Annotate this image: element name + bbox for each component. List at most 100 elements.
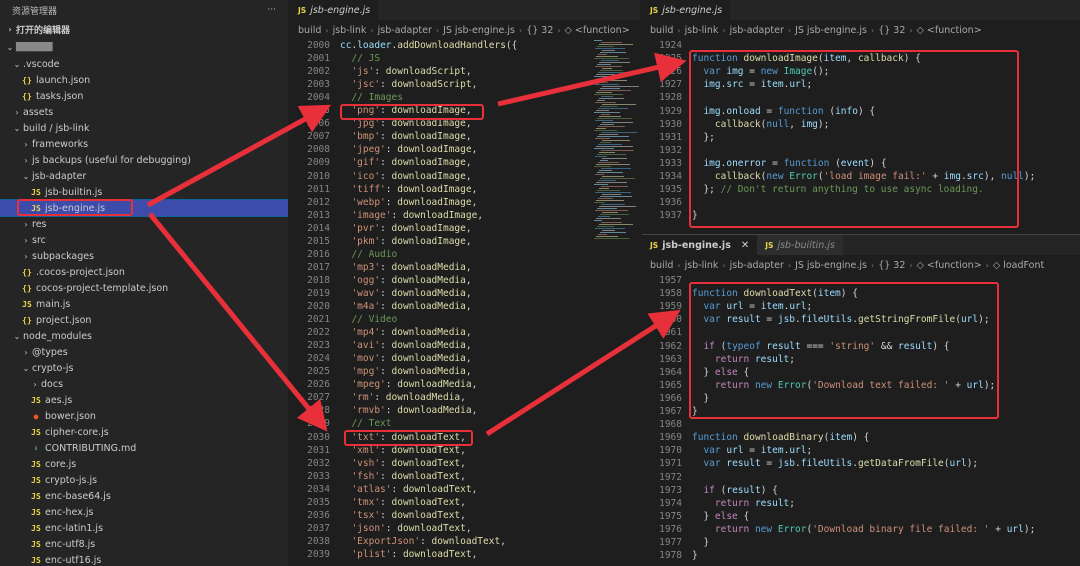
code-line[interactable]: 'tmx': downloadText, [340, 497, 465, 508]
code-line[interactable]: // Images [340, 92, 402, 103]
code-line[interactable]: 'bmp': downloadImage, [340, 131, 471, 142]
code-line[interactable]: return result; [692, 498, 795, 509]
tree-item[interactable]: {} cocos-project-template.json [0, 280, 288, 296]
code-line[interactable]: 'tiff': downloadImage, [340, 184, 477, 195]
breadcrumb-item[interactable]: ◇ <function> [917, 260, 982, 271]
breadcrumb-item[interactable]: JS jsb-engine.js [795, 260, 867, 271]
tree-item[interactable]: JS enc-hex.js [0, 504, 288, 520]
code-line[interactable]: 'mp3': downloadMedia, [340, 262, 471, 273]
code-line[interactable]: 'mpeg': downloadMedia, [340, 379, 477, 390]
breadcrumb-item[interactable]: ◇ <function> [917, 25, 982, 36]
tab-jsb-engine[interactable]: JS jsb-engine.js [642, 0, 731, 20]
code-line[interactable]: 'gif': downloadImage, [340, 157, 471, 168]
tab-jsb-engine[interactable]: JS jsb-engine.js [290, 0, 379, 20]
code-line[interactable]: 'atlas': downloadText, [340, 484, 477, 495]
code-line[interactable]: 'mp4': downloadMedia, [340, 327, 471, 338]
tree-item[interactable]: › js backups (useful for debugging) [0, 152, 288, 168]
tab-jsb-builtin[interactable]: JS jsb-builtin.js [757, 235, 843, 255]
code-line[interactable]: 'image': downloadImage, [340, 210, 483, 221]
tree-item[interactable]: JS core.js [0, 456, 288, 472]
code-line[interactable]: if (result) { [692, 485, 777, 496]
tree-item[interactable]: › subpackages [0, 248, 288, 264]
code-line[interactable]: 'fsh': downloadText, [340, 471, 465, 482]
breadcrumb-item[interactable]: {} 32 [878, 260, 905, 271]
breadcrumb-item[interactable]: jsb-adapter [730, 25, 784, 36]
code-line[interactable]: 'tsx': downloadText, [340, 510, 465, 521]
breadcrumb-item[interactable]: {} 32 [526, 25, 553, 36]
tree-item[interactable]: ⌄ .vscode [0, 56, 288, 72]
code-line[interactable]: 'wav': downloadMedia, [340, 288, 471, 299]
tree-item[interactable]: JS enc-utf16.js [0, 552, 288, 566]
tree-item[interactable]: JS enc-utf8.js [0, 536, 288, 552]
code-line[interactable]: 'ExportJson': downloadText, [340, 536, 505, 547]
tree-item[interactable]: {} tasks.json [0, 88, 288, 104]
code-line[interactable]: 'm4a': downloadMedia, [340, 301, 471, 312]
breadcrumb-item[interactable]: jsb-link [685, 260, 719, 271]
minimap[interactable] [594, 40, 639, 240]
tree-item[interactable]: ⌄ crypto-js [0, 360, 288, 376]
code-line[interactable]: 'pvr': downloadImage, [340, 223, 471, 234]
tree-item[interactable]: JS cipher-core.js [0, 424, 288, 440]
code-line[interactable]: 'json': downloadText, [340, 523, 471, 534]
tree-item[interactable]: ⌄ node_modules [0, 328, 288, 344]
tree-item[interactable]: {} launch.json [0, 72, 288, 88]
code-line[interactable]: cc.loader.addDownloadHandlers({ [340, 40, 517, 51]
code-line[interactable]: 'ico': downloadImage, [340, 171, 471, 182]
breadcrumb-item[interactable]: ◇ loadFont [993, 260, 1044, 271]
code-line[interactable]: // Video [340, 314, 397, 325]
tree-item[interactable]: {} .cocos-project.json [0, 264, 288, 280]
code-line[interactable]: 'mpg': downloadMedia, [340, 366, 471, 377]
tree-item[interactable]: ● bower.json [0, 408, 288, 424]
code-line[interactable]: 'mov': downloadMedia, [340, 353, 471, 364]
code-line[interactable]: } [692, 537, 709, 548]
tree-item[interactable]: › frameworks [0, 136, 288, 152]
tree-item[interactable]: › assets [0, 104, 288, 120]
code-line[interactable]: 'rm': downloadMedia, [340, 392, 465, 403]
breadcrumb-item[interactable]: jsb-adapter [378, 25, 432, 36]
code-line[interactable]: // Text [340, 418, 391, 429]
tree-item[interactable]: JS crypto-js.js [0, 472, 288, 488]
tree-item[interactable]: JS enc-base64.js [0, 488, 288, 504]
tree-item[interactable]: ⌄ jsb-adapter [0, 168, 288, 184]
code-line[interactable]: var url = item.url; [692, 445, 812, 456]
code-line[interactable]: var result = jsb.fileUtils.getDataFromFi… [692, 458, 978, 469]
tree-item[interactable]: JS main.js [0, 296, 288, 312]
tree-item[interactable]: JS aes.js [0, 392, 288, 408]
breadcrumb-item[interactable]: build [650, 25, 673, 36]
tree-item[interactable]: ⬇ CONTRIBUTING.md [0, 440, 288, 456]
code-line[interactable]: 'jsc': downloadScript, [340, 79, 477, 90]
code-line[interactable]: return new Error('Download binary file f… [692, 524, 1035, 535]
code-line[interactable]: 'webp': downloadImage, [340, 197, 477, 208]
open-editors-section[interactable]: › 打开的编辑器 [0, 20, 288, 38]
breadcrumb-item[interactable]: JS jsb-engine.js [443, 25, 515, 36]
tree-item[interactable]: › docs [0, 376, 288, 392]
breadcrumb-item[interactable]: jsb-link [685, 25, 719, 36]
code-line[interactable]: 'pkm': downloadImage, [340, 236, 471, 247]
code-line[interactable]: } else { [692, 511, 749, 522]
breadcrumb-item[interactable]: JS jsb-engine.js [795, 25, 867, 36]
tab-jsb-engine[interactable]: JS jsb-engine.js ✕ [642, 235, 758, 255]
close-icon[interactable]: ✕ [741, 240, 749, 251]
code-line[interactable]: 'plist': downloadText, [340, 549, 477, 560]
tree-item[interactable]: JS jsb-builtin.js [0, 184, 288, 200]
breadcrumb-item[interactable]: build [298, 25, 321, 36]
code-line[interactable]: 'avi': downloadMedia, [340, 340, 471, 351]
code-line[interactable]: 'rmvb': downloadMedia, [340, 405, 477, 416]
code-line[interactable]: // JS [340, 53, 380, 64]
tree-item[interactable]: JS enc-latin1.js [0, 520, 288, 536]
breadcrumb-item[interactable]: jsb-link [333, 25, 367, 36]
breadcrumb-item[interactable]: build [650, 260, 673, 271]
more-actions-button[interactable]: ··· [267, 5, 276, 15]
breadcrumb-item[interactable]: jsb-adapter [730, 260, 784, 271]
tree-item[interactable]: › @types [0, 344, 288, 360]
code-line[interactable]: 'xml': downloadText, [340, 445, 465, 456]
code-line[interactable]: function downloadBinary(item) { [692, 432, 869, 443]
code-line[interactable]: 'ogg': downloadMedia, [340, 275, 471, 286]
code-line[interactable]: 'jpeg': downloadImage, [340, 144, 477, 155]
code-line[interactable]: 'vsh': downloadText, [340, 458, 465, 469]
code-line[interactable]: } [692, 550, 698, 561]
breadcrumb-item[interactable]: {} 32 [878, 25, 905, 36]
tree-item[interactable]: › res [0, 216, 288, 232]
breadcrumb-item[interactable]: ◇ <function> [565, 25, 630, 36]
code-line[interactable]: // Audio [340, 249, 397, 260]
